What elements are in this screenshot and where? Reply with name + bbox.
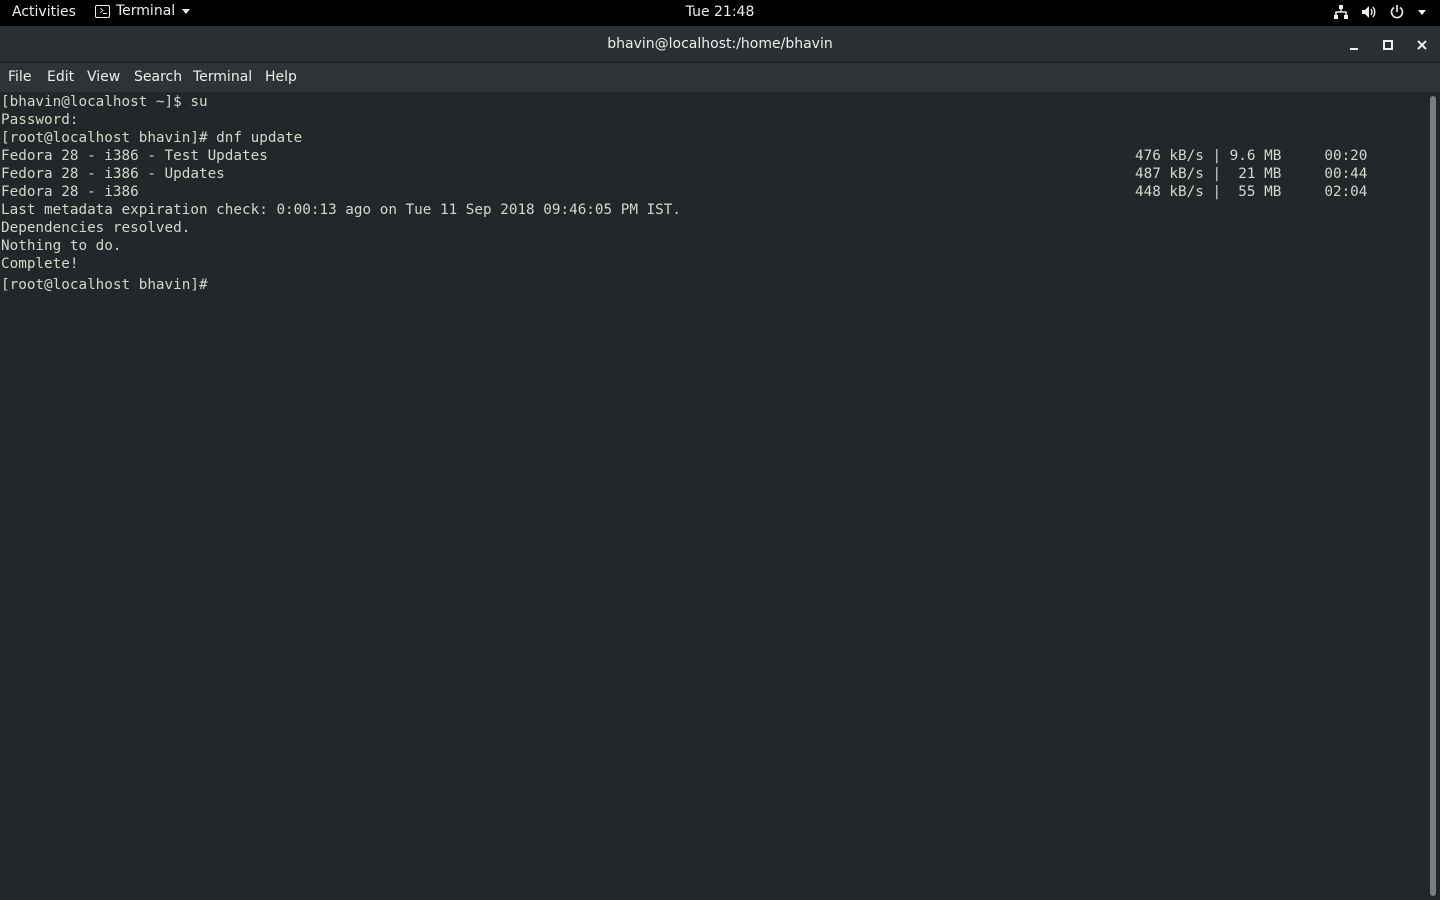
terminal-line: Dependencies resolved. [1,220,191,236]
close-icon [1417,40,1427,50]
activities-button[interactable]: Activities [12,4,76,20]
download-stats: 448 kB/s | 55 MB 02:04 [1135,184,1368,200]
network-icon [1333,3,1349,21]
clock: Tue 21:48 [0,4,1440,20]
terminal-cursor [216,273,224,289]
chevron-down-icon [1418,9,1426,15]
app-menu-button[interactable]: Terminal [95,3,191,19]
clock-label[interactable]: Tue 21:48 [686,4,755,20]
terminal-prompt-line: [root@localhost bhavin]# [1,273,1401,293]
menu-file[interactable]: File [8,69,31,85]
power-icon [1389,3,1405,21]
app-menu-label: Terminal [116,3,176,19]
window-title: bhavin@localhost:/home/bhavin [607,36,833,52]
volume-icon [1361,3,1377,21]
menu-view[interactable]: View [87,69,120,85]
terminal-line: Complete! [1,256,79,272]
window-titlebar[interactable]: bhavin@localhost:/home/bhavin [0,26,1440,63]
terminal-line: Nothing to do. [1,238,122,254]
close-button[interactable] [1412,35,1432,55]
menu-terminal[interactable]: Terminal [193,69,252,85]
menu-help[interactable]: Help [265,69,297,85]
terminal-icon [95,4,110,18]
terminal-line: Last metadata expiration check: 0:00:13 … [1,202,681,218]
download-stats: 476 kB/s | 9.6 MB 00:20 [1135,148,1368,164]
menu-edit[interactable]: Edit [47,69,74,85]
terminal-line: [root@localhost bhavin]# dnf update [1,130,303,146]
system-status-menu[interactable] [1333,3,1426,21]
terminal-line: Fedora 28 - i386 - Test Updates 476 kB/s … [1,148,1368,164]
terminal-line: Fedora 28 - i386 448 kB/s | 55 MB 02:04 [1,184,1368,200]
terminal-view[interactable]: [bhavin@localhost ~]$ su Password: [root… [0,92,1440,900]
menu-bar: File Edit View Search Terminal Help [0,63,1440,92]
download-stats: 487 kB/s | 21 MB 00:44 [1135,166,1368,182]
menu-search[interactable]: Search [134,69,182,85]
top-bar: Activities Terminal Tue 21:48 [0,0,1440,26]
terminal-line: [bhavin@localhost ~]$ su [1,94,208,110]
terminal-scrollbar[interactable] [1430,96,1436,896]
chevron-down-icon [182,8,191,14]
terminal-output: [bhavin@localhost ~]$ su Password: [root… [1,93,1401,293]
minimize-button[interactable] [1344,35,1364,55]
terminal-line: Fedora 28 - i386 - Updates 487 kB/s | 21 … [1,166,1368,182]
terminal-line: Password: [1,112,79,128]
maximize-button[interactable] [1378,35,1398,55]
